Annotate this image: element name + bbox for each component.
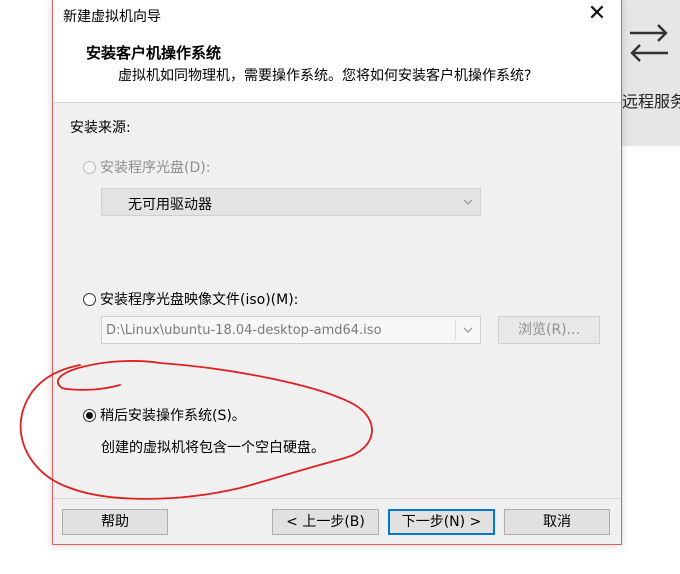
radio-disc — [83, 160, 96, 174]
wizard-header: 安装客户机操作系统 虚拟机如同物理机，需要操作系统。您将如何安装客户机操作系统? — [53, 30, 621, 103]
combo-separator — [455, 320, 456, 340]
radio-iso[interactable] — [83, 292, 96, 306]
disc-drive-value: 无可用驱动器 — [128, 197, 212, 213]
footer-divider — [53, 498, 621, 499]
disc-drive-select: 无可用驱动器 — [101, 188, 481, 216]
cancel-button[interactable]: 取消 — [504, 509, 610, 535]
option-description: 创建的虚拟机将包含一个空白硬盘。 — [101, 440, 325, 456]
iso-path-input[interactable]: D:\Linux\ubuntu-18.04-desktop-amd64.iso — [101, 316, 481, 344]
install-source-label: 安装来源: — [70, 120, 131, 136]
radio-later[interactable] — [83, 408, 96, 422]
radio-iso-option[interactable]: 安装程序光盘映像文件(iso)(M): — [83, 289, 298, 309]
title-bar[interactable]: 新建虚拟机向导 ✕ — [53, 0, 621, 30]
remote-service-label[interactable]: 远程服务 — [622, 88, 680, 112]
back-button[interactable]: < 上一步(B) — [272, 509, 379, 535]
dialog-title: 新建虚拟机向导 — [63, 9, 161, 25]
close-icon: ✕ — [587, 1, 607, 26]
next-button[interactable]: 下一步(N) > — [388, 509, 495, 535]
radio-disc-label: 安装程序光盘(D): — [100, 160, 211, 176]
iso-path-value: D:\Linux\ubuntu-18.04-desktop-amd64.iso — [106, 323, 382, 338]
swap-arrows-icon[interactable] — [624, 18, 674, 68]
help-button[interactable]: 帮助 — [62, 509, 168, 535]
close-button[interactable]: ✕ — [583, 2, 611, 28]
chevron-down-icon[interactable] — [462, 324, 474, 336]
radio-later-label[interactable]: 稍后安装操作系统(S)。 — [100, 405, 246, 425]
chevron-down-icon — [463, 199, 473, 205]
radio-iso-label[interactable]: 安装程序光盘映像文件(iso)(M): — [100, 289, 298, 309]
new-vm-wizard-dialog: 新建虚拟机向导 ✕ 安装客户机操作系统 虚拟机如同物理机，需要操作系统。您将如何… — [52, 0, 622, 545]
header-title: 安装客户机操作系统 — [86, 44, 222, 62]
radio-disc-option: 安装程序光盘(D): — [83, 157, 210, 177]
radio-later-option[interactable]: 稍后安装操作系统(S)。 — [83, 405, 246, 425]
browse-button[interactable]: 浏览(R)... — [498, 316, 600, 344]
header-subtitle: 虚拟机如同物理机，需要操作系统。您将如何安装客户机操作系统? — [118, 68, 532, 84]
